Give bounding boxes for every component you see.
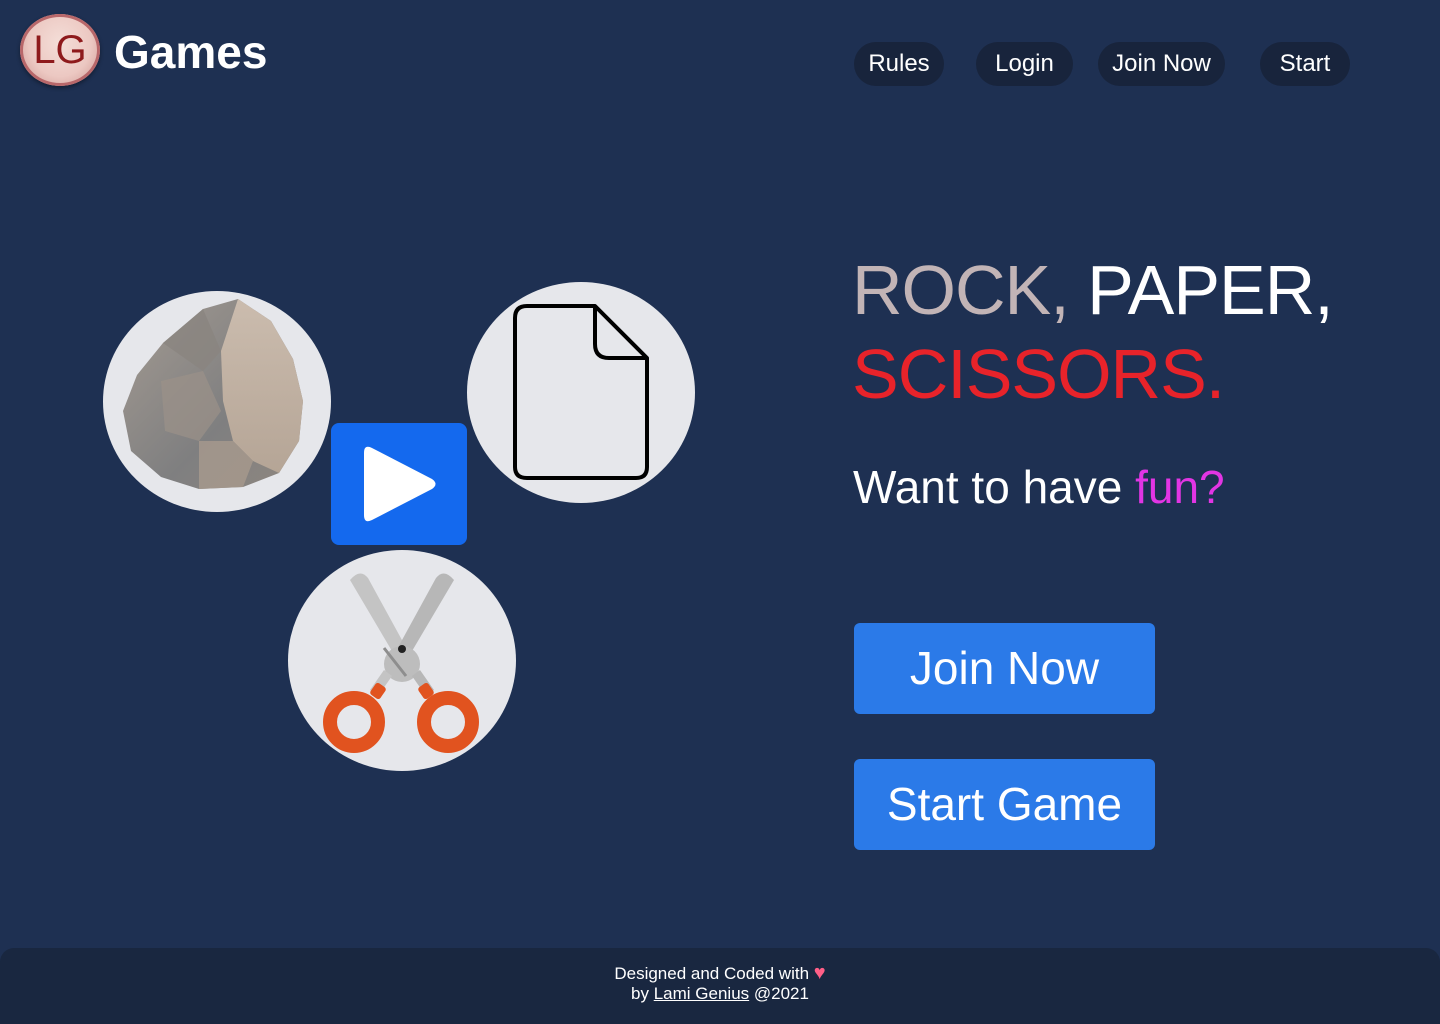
scissors-choice[interactable] [288,550,516,771]
tagline-highlight: fun? [1135,461,1225,513]
heart-icon: ♥ [813,962,826,984]
logo-text: LG [33,27,87,72]
tagline: Want to have fun? [853,458,1225,516]
author-link[interactable]: Lami Genius [654,984,749,1003]
join-now-button[interactable]: Join Now [854,623,1155,714]
hero-title: ROCK, PAPER, SCISSORS. [852,248,1334,416]
play-icon [364,446,436,522]
start-game-button[interactable]: Start Game [854,759,1155,850]
footer-author-line: by Lami Genius @2021 [0,984,1440,1004]
nav-join-now-button[interactable]: Join Now [1098,42,1225,86]
nav-login-button[interactable]: Login [976,42,1073,86]
paper-choice[interactable] [467,282,695,503]
page: LG Games Rules Login Join Now Start ROCK… [0,0,1440,1024]
footer-year: @2021 [753,984,809,1003]
play-button[interactable] [331,423,467,545]
title-scissors: SCISSORS. [852,335,1225,413]
title-paper: PAPER, [1087,251,1334,329]
scissors-icon [323,573,479,753]
brand-name[interactable]: Games [114,24,267,80]
footer-by: by [631,984,649,1003]
tagline-prefix: Want to have [853,461,1136,513]
rock-choice[interactable] [103,291,331,512]
footer-credit: Designed and Coded with ♥ [0,963,1440,984]
footer-credit-text: Designed and Coded with [614,964,810,983]
nav-rules-button[interactable]: Rules [854,42,944,86]
logo-badge[interactable]: LG [20,14,100,86]
rock-icon [123,299,303,489]
title-rock: ROCK, [852,251,1070,329]
paper-icon [513,304,649,480]
footer: Designed and Coded with ♥ by Lami Genius… [0,948,1440,1024]
nav-start-button[interactable]: Start [1260,42,1350,86]
